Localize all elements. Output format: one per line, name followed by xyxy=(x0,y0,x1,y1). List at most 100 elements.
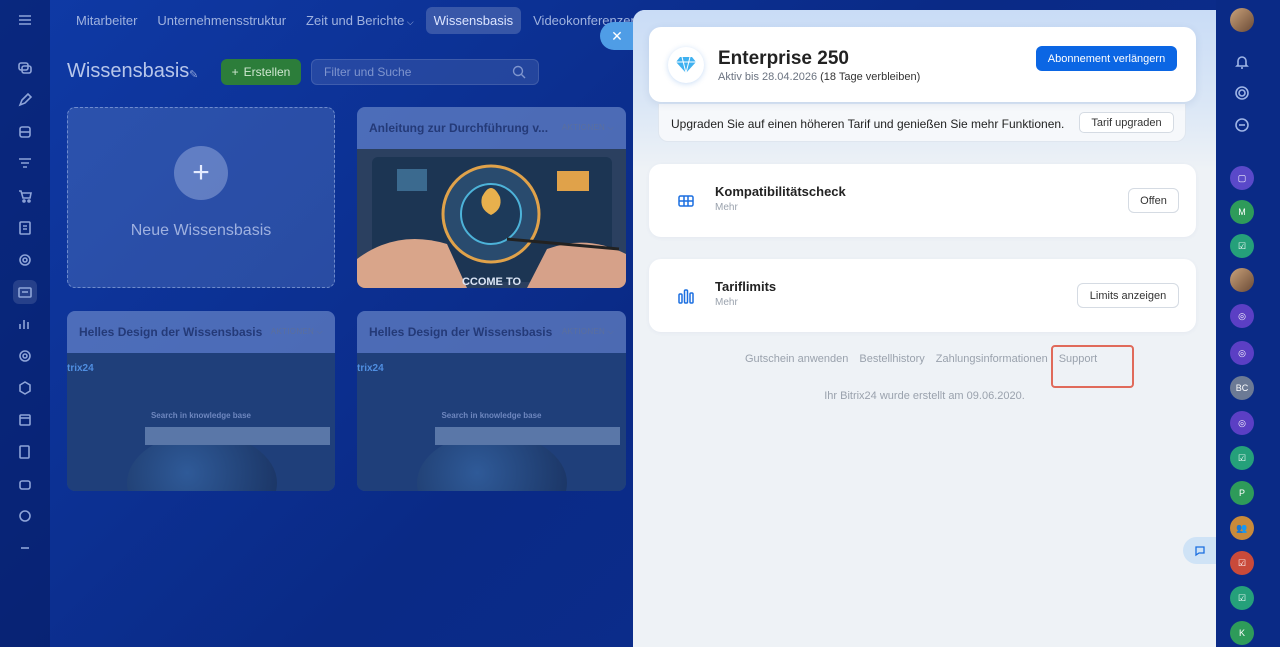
diamond-icon xyxy=(668,47,704,83)
chat-icon xyxy=(1194,545,1205,556)
open-button[interactable]: Offen xyxy=(1128,188,1179,213)
chat-avatar[interactable]: ☑ xyxy=(1230,446,1254,470)
bar-chart-icon[interactable] xyxy=(13,312,37,336)
upgrade-plan-button[interactable]: Tarif upgraden xyxy=(1079,112,1174,133)
chat-avatar[interactable]: ◎ xyxy=(1230,411,1254,435)
support-highlight-box xyxy=(1051,345,1134,388)
left-sidebar xyxy=(0,0,50,647)
plan-card: Enterprise 250 Aktiv bis 28.04.2026 (18 … xyxy=(649,27,1196,102)
card-cover-image: trix24 Search in knowledge base xyxy=(357,353,626,491)
close-icon: ✕ xyxy=(611,27,623,44)
card-cover-image: trix24 Search in knowledge base xyxy=(67,353,335,491)
card-title: Anleitung zur Durchführung v... xyxy=(369,121,549,135)
feature-title: Tariflimits xyxy=(715,279,777,294)
grid-icon xyxy=(678,195,694,207)
show-limits-button[interactable]: Limits anzeigen xyxy=(1077,283,1179,308)
plan-status: Aktiv bis 28.04.2026 (18 Tage verbleiben… xyxy=(718,71,920,83)
top-navigation: Mitarbeiter Unternehmensstruktur Zeit un… xyxy=(50,0,676,40)
plus-icon[interactable] xyxy=(13,504,37,528)
bell-icon[interactable] xyxy=(1230,50,1254,74)
card-actions-label: AKTIONEN xyxy=(561,123,606,132)
footer-links: Gutschein anwenden Bestellhistory Zahlun… xyxy=(745,353,1097,365)
nav-item-zeit-und-berichte[interactable]: Zeit und Berichte ⌵ xyxy=(298,7,422,34)
preview-search-bar xyxy=(435,427,620,445)
feature-title: Kompatibilitätscheck xyxy=(715,184,846,199)
preview-search-bar xyxy=(145,427,330,445)
chevron-down-icon: ⌵ xyxy=(404,16,414,27)
plus-icon: + xyxy=(231,65,239,79)
search-input[interactable] xyxy=(312,60,502,84)
card-header: Helles Design der Wissensbasis AKTIONEN … xyxy=(357,311,626,353)
chat-avatar[interactable]: 👥 xyxy=(1230,516,1254,540)
close-panel-button[interactable]: ✕ xyxy=(600,22,634,50)
knowledge-base-card[interactable]: Helles Design der Wissensbasis AKTIONEN … xyxy=(357,311,626,491)
chat-avatar[interactable]: ◎ xyxy=(1230,304,1254,328)
renew-subscription-button[interactable]: Abonnement verlängern xyxy=(1036,46,1177,71)
card-cover-image: CCOME TO xyxy=(357,149,626,288)
upgrade-strip: Upgraden Sie auf einen höheren Tarif und… xyxy=(658,104,1186,142)
card-actions-button[interactable]: AKTIONEN ⌵ xyxy=(271,327,323,337)
chat-bubble-button[interactable] xyxy=(1183,537,1216,564)
filter-icon[interactable] xyxy=(13,152,37,176)
inbox-icon[interactable] xyxy=(13,120,37,144)
chat-icon[interactable] xyxy=(13,56,37,80)
order-history-link[interactable]: Bestellhistory xyxy=(859,353,924,365)
new-knowledge-base-card[interactable]: + Neue Wissensbasis xyxy=(67,107,335,288)
card-title: Helles Design der Wissensbasis xyxy=(79,325,263,339)
chat-avatar[interactable]: BC xyxy=(1230,376,1254,400)
card-image-caption: CCOME TO xyxy=(461,276,522,288)
at-icon[interactable] xyxy=(13,344,37,368)
nav-item-mitarbeiter[interactable]: Mitarbeiter xyxy=(68,7,145,34)
cart-icon[interactable] xyxy=(13,184,37,208)
card-header: Anleitung zur Durchführung v... AKTIONEN… xyxy=(357,107,626,149)
chat-avatar[interactable]: ☑ xyxy=(1230,234,1254,258)
search-icon[interactable] xyxy=(512,65,526,79)
copilot-icon[interactable] xyxy=(1230,81,1254,105)
card-actions-label: AKTIONEN xyxy=(270,327,315,336)
account-created-text: Ihr Bitrix24 wurde erstellt am 09.06.202… xyxy=(824,390,1025,402)
bitrix-logo: trix24 xyxy=(357,363,384,374)
box-icon[interactable] xyxy=(13,376,37,400)
pen-icon[interactable] xyxy=(13,88,37,112)
nav-item-wissensbasis[interactable]: Wissensbasis xyxy=(425,6,522,34)
document-icon[interactable] xyxy=(13,216,37,240)
compatibility-check-card: Kompatibilitätscheck Mehr Offen xyxy=(649,164,1196,237)
card-actions-button[interactable]: AKTIONEN ⌵ xyxy=(562,123,614,133)
knowledge-base-card[interactable]: Anleitung zur Durchführung v... AKTIONEN… xyxy=(357,107,626,288)
card-header: Helles Design der Wissensbasis AKTIONEN … xyxy=(67,311,335,353)
page-title: Wissensbasis xyxy=(67,60,190,82)
card-actions-button[interactable]: AKTIONEN ⌵ xyxy=(562,327,614,337)
chat-avatar[interactable]: ☑ xyxy=(1230,551,1254,575)
more-icon[interactable] xyxy=(13,536,37,560)
chat-avatar[interactable]: P xyxy=(1230,481,1254,505)
apply-voucher-link[interactable]: Gutschein anwenden xyxy=(745,353,848,365)
nav-item-unternehmensstruktur[interactable]: Unternehmensstruktur xyxy=(149,7,294,34)
feature-more-link[interactable]: Mehr xyxy=(715,202,738,213)
edit-title-icon[interactable]: ✎ xyxy=(189,68,201,81)
chat-avatar[interactable]: M xyxy=(1230,200,1254,224)
knowledge-base-card[interactable]: Helles Design der Wissensbasis AKTIONEN … xyxy=(67,311,335,491)
knowledge-base-icon[interactable] xyxy=(13,280,37,304)
bar-chart-icon xyxy=(678,289,694,304)
chat-avatar[interactable] xyxy=(1230,268,1254,292)
chat-avatar[interactable]: ◎ xyxy=(1230,341,1254,365)
robot-icon[interactable] xyxy=(13,472,37,496)
card-actions-label: AKTIONEN xyxy=(561,327,606,336)
calendar-icon[interactable] xyxy=(13,408,37,432)
plan-remaining: (18 Tage verbleiben) xyxy=(820,71,921,83)
edit-doc-icon[interactable] xyxy=(13,440,37,464)
menu-icon[interactable] xyxy=(13,8,37,32)
card-title: Helles Design der Wissensbasis xyxy=(369,325,553,339)
search-chat-icon[interactable] xyxy=(1230,113,1254,137)
chat-avatar[interactable]: K xyxy=(1230,621,1254,645)
chat-avatar[interactable]: ▢ xyxy=(1230,166,1254,190)
new-knowledge-base-label: Neue Wissensbasis xyxy=(130,221,272,239)
payment-info-link[interactable]: Zahlungsinformationen xyxy=(936,353,1048,365)
user-avatar[interactable] xyxy=(1230,8,1254,32)
feature-more-link[interactable]: Mehr xyxy=(715,297,738,308)
upgrade-text: Upgraden Sie auf einen höheren Tarif und… xyxy=(671,117,1065,131)
create-button[interactable]: + Erstellen xyxy=(221,59,301,85)
nav-item-label: Zeit und Berichte xyxy=(306,12,405,28)
chat-avatar[interactable]: ☑ xyxy=(1230,586,1254,610)
target-icon[interactable] xyxy=(13,248,37,272)
